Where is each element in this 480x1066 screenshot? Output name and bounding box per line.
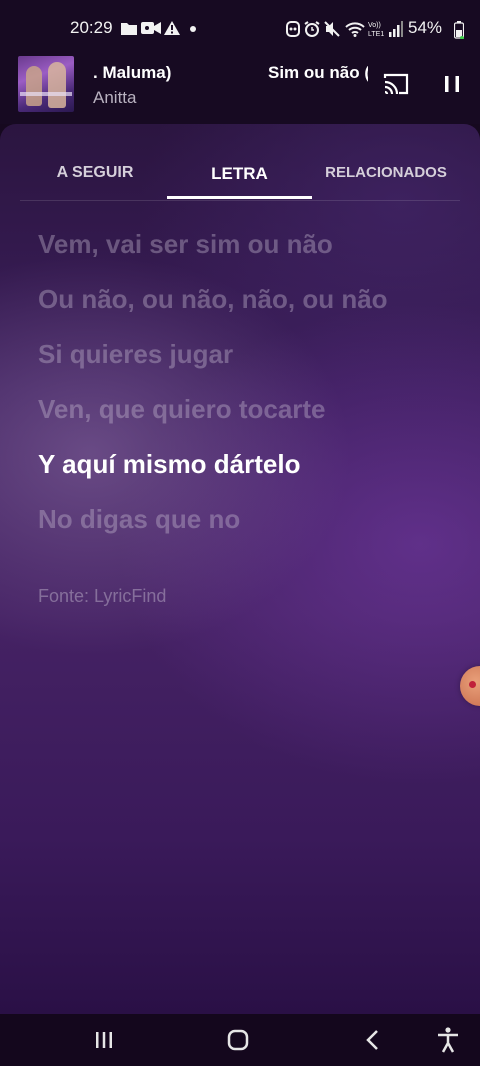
home-icon[interactable] <box>222 1024 254 1056</box>
lyrics-list: Vem, vai ser sim ou não Ou não, ou não, … <box>38 226 458 556</box>
tab-up-next[interactable]: A SEGUIR <box>20 164 170 182</box>
svg-text:LTE1: LTE1 <box>368 31 384 38</box>
signal-icon <box>389 21 403 37</box>
lyric-line-active[interactable]: Y aquí mismo dártelo <box>38 446 458 501</box>
tab-lyrics[interactable]: LETRA <box>167 164 312 184</box>
cast-icon[interactable] <box>382 70 410 98</box>
song-title: . Maluma) <box>93 63 172 82</box>
song-title-scrolling: Sim ou não ( <box>268 63 368 82</box>
battery-icon <box>454 21 464 39</box>
warning-icon <box>164 21 180 35</box>
bixby-icon <box>286 21 300 37</box>
pause-icon[interactable] <box>438 70 466 98</box>
svg-text:Vo)): Vo)) <box>368 22 381 29</box>
folder-icon <box>121 23 137 35</box>
lyric-line[interactable]: Si quieres jugar <box>38 336 458 391</box>
album-art[interactable] <box>18 56 74 112</box>
wifi-icon <box>345 22 365 37</box>
video-icon <box>141 22 161 34</box>
navigation-bar <box>0 1014 480 1066</box>
lyrics-sheet: A SEGUIR LETRA RELACIONADOS Vem, vai ser… <box>0 124 480 1014</box>
status-time: 20:29 <box>70 18 113 37</box>
accessibility-icon[interactable] <box>432 1024 464 1056</box>
tab-bar: A SEGUIR LETRA RELACIONADOS <box>20 154 460 200</box>
song-artist: Anitta <box>93 88 137 107</box>
mute-icon <box>324 21 340 37</box>
volte-icon: Vo)) LTE1 <box>368 22 384 38</box>
tab-divider <box>20 200 460 201</box>
lyrics-source: Fonte: LyricFind <box>38 586 167 606</box>
lyric-line[interactable]: Ven, que quiero tocarte <box>38 391 458 446</box>
mini-player[interactable]: . Maluma) Sim ou não ( Anitta <box>0 56 480 124</box>
tab-related[interactable]: RELACIONADOS <box>312 164 460 181</box>
recents-icon[interactable] <box>88 1024 120 1056</box>
lyric-line[interactable]: Ou não, ou não, não, ou não <box>38 281 458 336</box>
lyric-line[interactable]: Vem, vai ser sim ou não <box>38 226 458 281</box>
alarm-icon <box>304 21 320 37</box>
tab-indicator <box>167 196 312 199</box>
dot-icon <box>190 26 196 32</box>
back-icon[interactable] <box>358 1024 390 1056</box>
lyric-line[interactable]: No digas que no <box>38 501 458 556</box>
status-bar: 20:29 Vo)) LTE1 54% <box>0 0 480 56</box>
battery-percent: 54% <box>408 18 443 37</box>
